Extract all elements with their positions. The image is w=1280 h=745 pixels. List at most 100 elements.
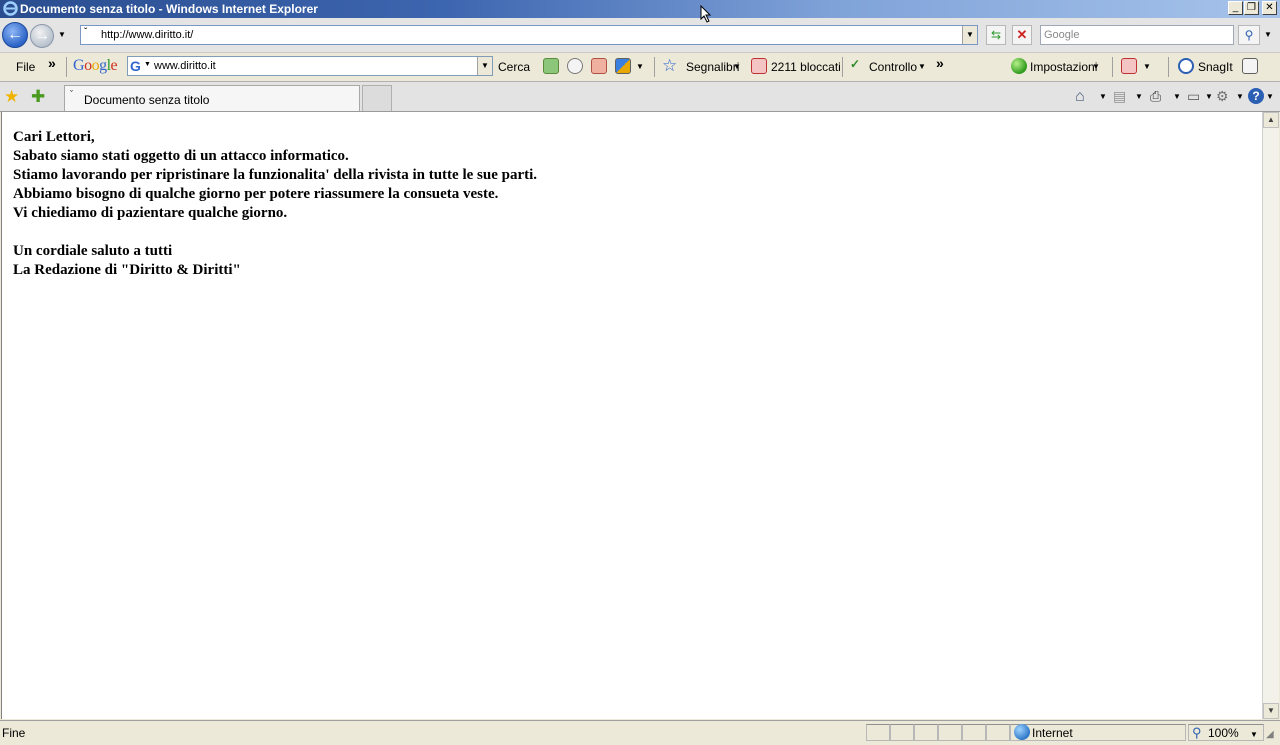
print-icon[interactable]: ⎙ <box>1150 88 1161 105</box>
message-line: Abbiamo bisogno di qualche giorno per po… <box>13 186 499 202</box>
message-line: Sabato siamo stati oggetto di un attacco… <box>13 148 349 164</box>
favorites-star-icon[interactable]: ★ <box>4 87 19 107</box>
search-input[interactable]: Google <box>1040 25 1234 45</box>
status-cell <box>986 724 1010 741</box>
impostazioni-dropdown[interactable]: ▼ <box>1092 62 1100 71</box>
message-line: Stiamo lavorando per ripristinare la fun… <box>13 167 538 183</box>
page-menu-icon[interactable]: ▭ <box>1187 88 1200 105</box>
message-line: Un cordiale saluto a tutti <box>13 243 173 259</box>
new-tab-button[interactable] <box>362 85 392 111</box>
chevron-down-icon: ▼ <box>144 61 151 68</box>
toolbar-overflow-button-2[interactable]: » <box>936 55 944 71</box>
help-icon[interactable]: ? <box>1248 88 1264 104</box>
zoom-dropdown[interactable]: ▼ <box>1250 730 1258 739</box>
tab-bar: ★ ✚ ˇ Documento senza titolo ⌂ ▼ ▤ ▼ ⎙ ▼… <box>0 82 1280 112</box>
add-favorite-icon[interactable]: ✚ <box>31 87 45 107</box>
pdf-dropdown[interactable]: ▼ <box>1143 62 1151 71</box>
back-button[interactable]: ← <box>2 22 28 48</box>
image-search-icon[interactable] <box>543 58 559 74</box>
toolbar-separator <box>654 57 655 77</box>
status-bar: Fine Internet ⚲ 100% ▼ ◢ <box>0 720 1280 745</box>
address-dropdown[interactable]: ▼ <box>962 26 977 44</box>
message-line: Vi chiediamo di pazientare qualche giorn… <box>13 205 288 221</box>
chat-icon[interactable] <box>567 58 583 74</box>
refresh-button[interactable]: ⇆ <box>986 25 1006 45</box>
google-logo[interactable]: Google <box>73 57 118 75</box>
impostazioni-button[interactable]: Impostazioni <box>1030 60 1097 74</box>
message-spacer <box>13 223 537 242</box>
stop-icon: ✕ <box>1016 27 1028 42</box>
popup-blocked-count[interactable]: 2211 bloccati <box>771 60 841 74</box>
resize-grip-icon[interactable]: ◢ <box>1266 729 1274 740</box>
toolbar-separator <box>66 57 67 77</box>
spellcheck-icon: ✓ <box>850 57 861 71</box>
window-title: Documento senza titolo - Windows Interne… <box>20 2 318 16</box>
status-cell <box>938 724 962 741</box>
close-button[interactable]: ✕ <box>1262 1 1277 15</box>
more-dropdown[interactable]: ▼ <box>636 62 644 71</box>
status-text: Fine <box>2 726 26 740</box>
feeds-dropdown[interactable]: ▼ <box>1135 92 1143 101</box>
segnalibri-dropdown[interactable]: ▼ <box>733 62 741 71</box>
status-cell <box>962 724 986 741</box>
google-search-value: www.diritto.it <box>154 60 216 72</box>
refresh-icon: ⇆ <box>990 28 1002 42</box>
home-icon[interactable]: ⌂ <box>1075 88 1085 106</box>
security-zone-label: Internet <box>1032 726 1073 740</box>
maximize-button[interactable]: ❐ <box>1244 1 1259 15</box>
google-toolbar: File » Google G ▼ www.diritto.it ▼ Cerca… <box>0 53 1280 82</box>
settings-status-icon <box>1011 58 1027 74</box>
arrow-left-icon: ← <box>7 26 23 43</box>
page-content: Cari Lettori, Sabato siamo stati oggetto… <box>1 112 1262 719</box>
page-icon: ˇ <box>84 27 88 38</box>
search-icon: ⚲ <box>1244 28 1254 42</box>
minimize-button[interactable]: _ <box>1228 1 1243 15</box>
print-dropdown[interactable]: ▼ <box>1173 92 1181 101</box>
arrow-right-icon: → <box>34 27 50 44</box>
vertical-scrollbar[interactable]: ▲ ▼ <box>1262 112 1279 719</box>
snagit-icon <box>1178 58 1194 74</box>
navigation-bar: ← → ▼ ˇ http://www.diritto.it/ ▼ ⇆ ✕ Goo… <box>0 18 1280 53</box>
home-dropdown[interactable]: ▼ <box>1099 92 1107 101</box>
tab-page-icon: ˇ <box>70 89 73 99</box>
mouse-cursor-icon <box>700 4 712 28</box>
search-button[interactable]: ⚲ <box>1238 25 1260 45</box>
tools-dropdown[interactable]: ▼ <box>1236 92 1244 101</box>
search-placeholder: Google <box>1044 29 1080 41</box>
address-input[interactable]: http://www.diritto.it/ <box>101 29 193 41</box>
scroll-up-button[interactable]: ▲ <box>1263 112 1279 128</box>
controllo-dropdown[interactable]: ▼ <box>918 62 926 71</box>
segnalibri-button[interactable]: Segnalibri <box>686 60 739 74</box>
help-dropdown[interactable]: ▼ <box>1266 92 1274 101</box>
cerca-button[interactable]: Cerca <box>498 60 530 74</box>
toolbar-separator <box>1168 57 1169 77</box>
controllo-button[interactable]: Controllo <box>869 60 917 74</box>
gadgets-icon[interactable] <box>615 58 631 74</box>
address-bar[interactable]: ˇ http://www.diritto.it/ ▼ <box>80 25 978 45</box>
popup-blocker-icon <box>751 58 767 74</box>
stop-button[interactable]: ✕ <box>1012 25 1032 45</box>
status-cell <box>914 724 938 741</box>
file-menu[interactable]: File <box>16 60 35 74</box>
ie-logo-icon <box>3 1 18 16</box>
status-cell <box>866 724 890 741</box>
toolbar-overflow-button[interactable]: » <box>48 55 56 71</box>
page-dropdown[interactable]: ▼ <box>1205 92 1213 101</box>
google-g-icon: G <box>130 58 141 74</box>
tab-label: Documento senza titolo <box>84 93 210 107</box>
forward-button[interactable]: → <box>30 24 54 48</box>
snagit-button[interactable]: SnagIt <box>1198 60 1233 74</box>
google-search-dropdown[interactable]: ▼ <box>477 57 492 75</box>
google-search-input[interactable]: G ▼ www.diritto.it ▼ <box>127 56 493 76</box>
tools-gear-icon[interactable]: ⚙ <box>1216 88 1229 105</box>
news-icon[interactable] <box>591 58 607 74</box>
scroll-down-button[interactable]: ▼ <box>1263 703 1279 719</box>
snagit-capture-icon[interactable] <box>1242 58 1258 74</box>
search-options-dropdown[interactable]: ▼ <box>1262 25 1274 45</box>
history-dropdown[interactable]: ▼ <box>58 28 70 42</box>
feeds-icon[interactable]: ▤ <box>1113 88 1126 105</box>
bookmarks-star-icon: ☆ <box>662 56 678 75</box>
pdf-icon[interactable] <box>1121 58 1137 74</box>
tab-documento-senza-titolo[interactable]: ˇ Documento senza titolo <box>64 85 360 111</box>
status-cell <box>890 724 914 741</box>
